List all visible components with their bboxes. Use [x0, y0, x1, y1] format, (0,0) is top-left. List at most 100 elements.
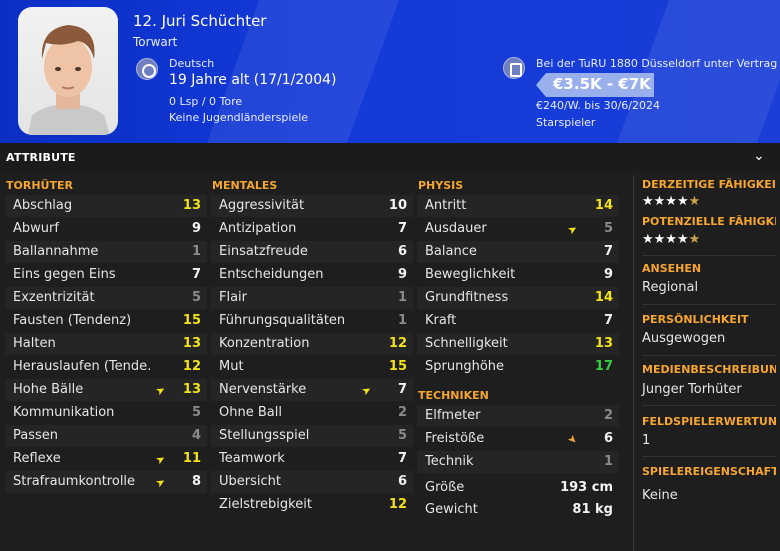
attribute-row[interactable]: Fausten (Tendenz) 15	[5, 310, 207, 332]
attribute-row[interactable]: Halten 13	[5, 333, 207, 355]
attribute-value: 17	[594, 359, 613, 374]
attribute-row[interactable]: Führungsqualitäten 1	[211, 310, 413, 332]
attribute-label: Aggressivität	[219, 198, 305, 213]
current-ability-stars[interactable]: ★★★★★	[642, 194, 700, 209]
attribute-label: Übersicht	[219, 474, 281, 489]
attribute-value: 14	[594, 198, 613, 213]
divider	[642, 405, 776, 406]
attribute-row[interactable]: Zielstrebigkeit 12	[211, 494, 413, 516]
attribute-value: 15	[182, 313, 201, 328]
player-header: 12. Juri Schüchter Torwart Deutsch 19 Ja…	[0, 0, 780, 143]
attribute-label: Beweglichkeit	[425, 267, 516, 282]
attribute-row[interactable]: Antizipation 7	[211, 218, 413, 240]
wage-info: €240/W. bis 30/6/2024	[536, 99, 660, 112]
chevron-down-icon[interactable]: ⌄	[753, 148, 765, 164]
section-title-physical: PHYSIS	[418, 179, 464, 192]
attribute-row[interactable]: Abwurf 9	[5, 218, 207, 240]
attribute-row[interactable]: Kommunikation 5	[5, 402, 207, 424]
attribute-row[interactable]: Entscheidungen 9	[211, 264, 413, 286]
personality-value: Ausgewogen	[642, 331, 726, 346]
attribute-label: Grundfitness	[425, 290, 509, 305]
attribute-label: Antritt	[425, 198, 467, 213]
attribute-label: Eins gegen Eins	[13, 267, 116, 282]
attribute-row[interactable]: Sprunghöhe 17	[417, 356, 619, 378]
attribute-value: 1	[191, 244, 201, 259]
attribute-row[interactable]: Passen 4	[5, 425, 207, 447]
media-description-value: Junger Torhüter	[642, 382, 742, 397]
attribute-value: 9	[397, 267, 407, 282]
youth-caps: Keine Jugendländerspiele	[169, 111, 309, 124]
attribute-value: 12	[388, 336, 407, 351]
reputation-title: ANSEHEN	[642, 262, 702, 275]
attribute-label: Einsatzfreude	[219, 244, 308, 259]
nationality-icon[interactable]	[136, 58, 158, 80]
attributes-header-bar[interactable]	[0, 143, 780, 172]
attribute-value: 7	[397, 221, 407, 236]
sidebar-divider	[633, 175, 634, 551]
attribute-row[interactable]: Nervenstärke ➤ 7	[211, 379, 413, 401]
attribute-row[interactable]: Konzentration 12	[211, 333, 413, 355]
trend-arrow-icon: ➤	[153, 382, 168, 399]
attribute-value: 12	[182, 359, 201, 374]
section-title-mental: MENTALES	[212, 179, 278, 192]
attribute-row[interactable]: Teamwork 7	[211, 448, 413, 470]
attribute-label: Freistöße	[425, 431, 485, 446]
attribute-row[interactable]: Schnelligkeit 13	[417, 333, 619, 355]
attribute-row[interactable]: Beweglichkeit 9	[417, 264, 619, 286]
attribute-value: 9	[603, 267, 613, 282]
squad-status: Starspieler	[536, 116, 596, 129]
attribute-row[interactable]: Ballannahme 1	[5, 241, 207, 263]
attribute-row[interactable]: Balance 7	[417, 241, 619, 263]
international-caps: 0 Lsp / 0 Tore	[169, 95, 243, 108]
attribute-row[interactable]: Stellungsspiel 5	[211, 425, 413, 447]
attribute-value: 5	[191, 290, 201, 305]
attribute-row[interactable]: Freistöße ➤ 6	[417, 428, 619, 450]
media-description-title: MEDIENBESCHREIBUNG	[642, 363, 776, 376]
attribute-label: Elfmeter	[425, 408, 481, 423]
attribute-value: 7	[603, 244, 613, 259]
attribute-row[interactable]: Mut 15	[211, 356, 413, 378]
current-ability-title: DERZEITIGE FÄHIGKEIT	[642, 178, 776, 191]
attribute-row[interactable]: Kraft 7	[417, 310, 619, 332]
attribute-label: Sprunghöhe	[425, 359, 505, 374]
attribute-row[interactable]: Technik 1	[417, 451, 619, 473]
attribute-label: Halten	[13, 336, 56, 351]
attribute-row[interactable]: Strafraumkontrolle ➤ 8	[5, 471, 207, 493]
attribute-value: 5	[397, 428, 407, 443]
attribute-label: Schnelligkeit	[425, 336, 508, 351]
attribute-row[interactable]: Ausdauer ➤ 5	[417, 218, 619, 240]
attribute-row[interactable]: Antritt 14	[417, 195, 619, 217]
section-title-technical: TECHNIKEN	[418, 389, 489, 402]
attribute-value: 7	[397, 451, 407, 466]
attribute-row[interactable]: Reflexe ➤ 11	[5, 448, 207, 470]
attribute-row[interactable]: Einsatzfreude 6	[211, 241, 413, 263]
body-stat-value: 81 kg	[572, 502, 613, 517]
attribute-label: Zielstrebigkeit	[219, 497, 312, 512]
body-stat-value: 193 cm	[560, 480, 613, 495]
attribute-row[interactable]: Herauslaufen (Tende… 12	[5, 356, 207, 378]
attribute-row[interactable]: Aggressivität 10	[211, 195, 413, 217]
attribute-value: 14	[594, 290, 613, 305]
club-icon[interactable]	[503, 57, 525, 79]
attribute-row[interactable]: Eins gegen Eins 7	[5, 264, 207, 286]
attribute-row[interactable]: Ohne Ball 2	[211, 402, 413, 424]
attribute-row[interactable]: Übersicht 6	[211, 471, 413, 493]
contract-info[interactable]: Bei der TuRU 1880 Düsseldorf unter Vertr…	[536, 57, 777, 70]
attribute-row[interactable]: Grundfitness 14	[417, 287, 619, 309]
attribute-value: 8	[191, 474, 201, 489]
attributes-title: ATTRIBUTE	[6, 151, 76, 164]
attribute-row[interactable]: Elfmeter 2	[417, 405, 619, 427]
trend-arrow-icon: ➤	[565, 221, 580, 238]
attribute-value: 6	[397, 244, 407, 259]
attribute-value: 6	[603, 431, 613, 446]
divider	[642, 456, 776, 457]
potential-ability-stars[interactable]: ★★★★★	[642, 232, 700, 247]
attribute-label: Technik	[425, 454, 474, 469]
attribute-row[interactable]: Exzentrizität 5	[5, 287, 207, 309]
attribute-row[interactable]: Flair 1	[211, 287, 413, 309]
attribute-label: Mut	[219, 359, 244, 374]
attribute-row[interactable]: Abschlag 13	[5, 195, 207, 217]
player-photo[interactable]	[18, 7, 118, 135]
attribute-row[interactable]: Hohe Bälle ➤ 13	[5, 379, 207, 401]
attribute-value: 9	[191, 221, 201, 236]
